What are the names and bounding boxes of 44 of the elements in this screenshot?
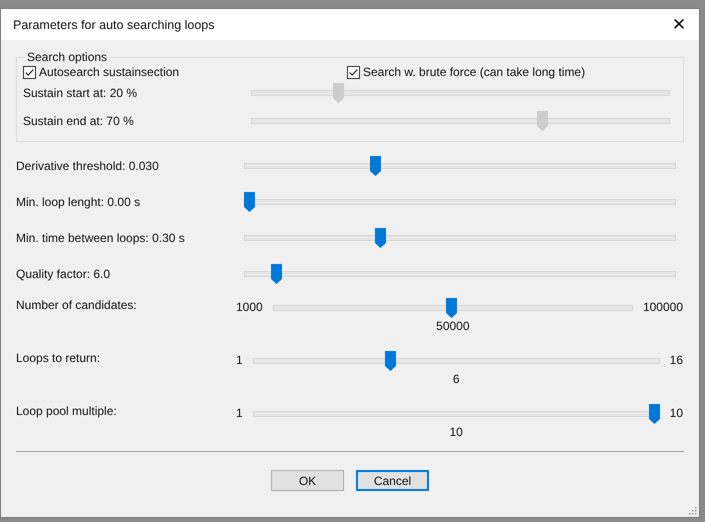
slider-track[interactable] — [244, 156, 676, 176]
window-title: Parameters for auto searching loops — [13, 18, 214, 32]
max-value: 100000 — [642, 299, 683, 314]
slider-label: Sustain end at: 70 % — [23, 114, 135, 128]
slider-track[interactable] — [272, 298, 633, 319]
slider-thumb[interactable] — [244, 192, 255, 212]
dialog-button[interactable]: OK — [271, 470, 344, 491]
slider-label: Sustain start at: 20 % — [23, 86, 138, 100]
slider-track[interactable] — [252, 404, 660, 425]
slider-label: Derivative threshold: 0.030 — [16, 159, 160, 173]
max-value: 10 — [670, 405, 683, 420]
slider-thumb[interactable] — [648, 404, 660, 424]
checkbox[interactable]: Autosearch sustainsection — [23, 65, 347, 79]
slider-track[interactable] — [244, 264, 676, 284]
group-title: Search options — [26, 50, 108, 64]
slider-thumb[interactable] — [384, 351, 396, 371]
current-value: 10 — [449, 425, 463, 439]
checkbox[interactable]: Search w. brute force (can take long time) — [347, 65, 586, 79]
dialog-button[interactable]: Cancel — [356, 470, 429, 491]
min-value: 1 — [236, 405, 243, 420]
slider-label: Quality factor: 6.0 — [16, 267, 112, 281]
max-value: 16 — [670, 352, 683, 367]
slider-track[interactable] — [251, 110, 670, 132]
close-button[interactable]: ✕ — [659, 9, 699, 40]
current-value: 6 — [452, 372, 460, 386]
slider-thumb[interactable] — [446, 298, 457, 318]
slider-label: Min. time between loops: 0.30 s — [16, 231, 186, 245]
slider-label: Loop pool multiple: — [16, 404, 118, 418]
checkbox-box[interactable] — [347, 66, 360, 78]
slider-thumb[interactable] — [370, 156, 382, 176]
min-value: 1000 — [236, 299, 263, 314]
slider-track[interactable] — [252, 351, 660, 372]
slider-track[interactable] — [251, 82, 670, 104]
resize-grip-icon[interactable] — [687, 505, 697, 515]
current-value: 50000 — [436, 319, 470, 333]
slider-track[interactable] — [244, 192, 676, 212]
slider-thumb[interactable] — [374, 228, 386, 248]
slider-label: Min. loop lenght: 0.00 s — [16, 195, 142, 209]
checkbox-box[interactable] — [23, 66, 36, 78]
slider-thumb[interactable] — [271, 264, 282, 284]
slider-track[interactable] — [244, 228, 676, 248]
slider-label: Number of candidates: — [16, 298, 138, 312]
min-value: 1 — [236, 352, 243, 367]
slider-label: Loops to return: — [16, 351, 102, 365]
